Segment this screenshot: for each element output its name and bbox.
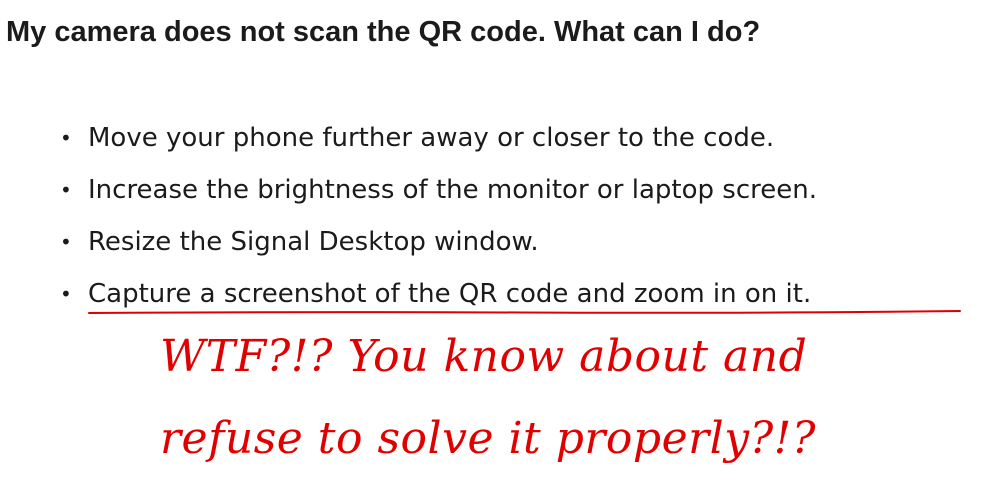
bullet-icon: • <box>60 282 72 306</box>
red-underline-mark <box>88 310 961 314</box>
handwritten-annotation-line-2: refuse to solve it properly?!? <box>160 413 816 464</box>
bullet-icon: • <box>60 126 72 150</box>
bullet-icon: • <box>60 230 72 254</box>
list-item-text: Move your phone further away or closer t… <box>88 123 775 153</box>
underline-stroke <box>88 310 961 314</box>
page: My camera does not scan the QR code. Wha… <box>0 0 990 484</box>
handwritten-annotation-line-1: WTF?!? You know about and <box>160 331 808 382</box>
list-item-text: Resize the Signal Desktop window. <box>88 227 539 257</box>
list-item-text: Increase the brightness of the monitor o… <box>88 175 817 205</box>
faq-question-heading: My camera does not scan the QR code. Wha… <box>6 16 761 48</box>
bullet-icon: • <box>60 178 72 202</box>
